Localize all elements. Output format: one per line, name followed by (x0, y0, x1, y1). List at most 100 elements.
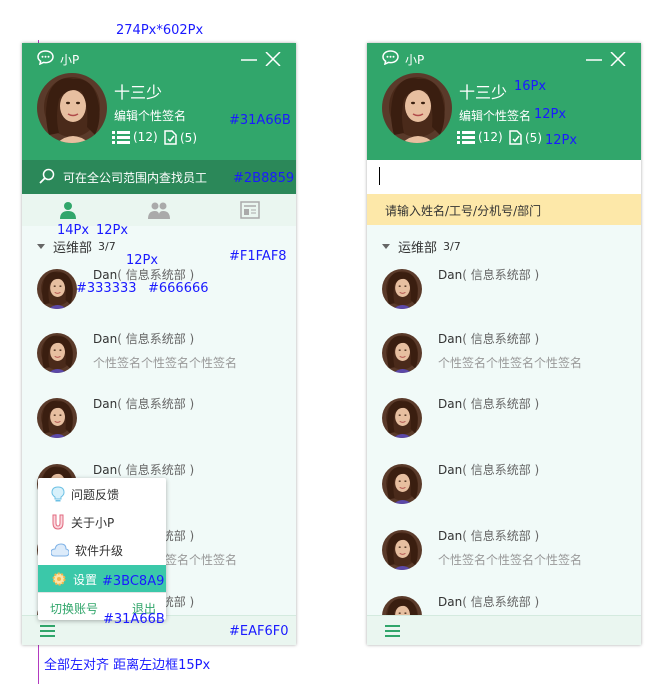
close-icon[interactable] (609, 52, 627, 66)
contact-dept: ( 信息系统部 ) (462, 529, 540, 543)
contact-name-line: Dan( 信息系统部 ) (438, 593, 539, 610)
close-icon[interactable] (264, 52, 282, 66)
contact-dept: ( 信息系统部 ) (462, 397, 540, 411)
contact-avatar (382, 530, 422, 570)
contact-name: Dan (438, 463, 463, 477)
contact-avatar (382, 398, 422, 438)
contact-name-line: Dan( 信息系统部 ) (438, 266, 539, 283)
menu-item-about[interactable]: 关于小P (38, 508, 166, 536)
edit-signature-link[interactable]: 编辑个性签名 (459, 107, 531, 124)
group-name: 运维部 (53, 241, 93, 256)
contact-name: Dan (93, 332, 118, 346)
contact-name-line: Dan( 信息系统部 ) (438, 330, 539, 347)
list-count: (12) (478, 130, 503, 144)
search-placeholder: 可在全公司范围内查找员工 (63, 171, 208, 185)
contact-row[interactable]: Dan( 信息系统部 ) 个性签名个性签名个性签名 (37, 330, 287, 390)
minimize-icon[interactable] (585, 52, 603, 66)
minimize-icon[interactable] (240, 52, 258, 66)
contact-avatar (37, 398, 77, 438)
contact-name-line: Dan( 信息系统部 ) (438, 395, 539, 412)
contact-row[interactable]: Dan( 信息系统部 ) (37, 266, 287, 326)
name-color-annotation: #333333 (76, 281, 137, 296)
contact-name-line: Dan( 信息系统部 ) (438, 461, 539, 478)
contact-name-line: Dan( 信息系统部 ) (93, 330, 194, 347)
contact-name-line: Dan( 信息系统部 ) (93, 461, 194, 478)
user-avatar[interactable] (37, 73, 107, 143)
switch-account-link[interactable]: 切换账号 (50, 600, 98, 617)
main-menu-popup: 问题反馈 关于小P 软件升级 设置 切换账号 退出 (38, 478, 166, 620)
contact-avatar (382, 464, 422, 504)
user-name: 十三少 (459, 83, 508, 102)
contact-row[interactable]: Dan( 信息系统部 ) (382, 266, 632, 326)
menu-item-feedback[interactable]: 问题反馈 (38, 480, 166, 508)
contact-avatar (37, 333, 77, 373)
newspaper-icon (240, 201, 261, 219)
chat-bubble-icon (37, 50, 54, 65)
app-title: 小P (405, 53, 425, 67)
contact-dept: ( 信息系统部 ) (462, 463, 540, 477)
search-hint: 请输入姓名/工号/分机号/部门 (385, 204, 542, 218)
group-count: 3/7 (443, 240, 461, 253)
footer-icon-annotation: #31A66B (103, 612, 165, 627)
list-bg-annotation: #F1FAF8 (229, 249, 287, 264)
document-icon (509, 130, 522, 145)
group-header[interactable]: 运维部 3/7 (37, 237, 116, 256)
doc-stat[interactable]: (5) (164, 130, 197, 145)
contact-avatar (37, 269, 77, 309)
text-cursor (379, 167, 380, 185)
contact-name: Dan (438, 595, 463, 609)
search-hint-bar: 请输入姓名/工号/分机号/部门 (367, 194, 641, 225)
contact-row[interactable]: Dan( 信息系统部 ) (37, 395, 287, 455)
doc-count: (5) (525, 130, 542, 145)
lightbulb-icon (51, 486, 65, 502)
sig-font-annotation: 12Px (534, 107, 567, 122)
list-icon (457, 131, 475, 144)
edit-signature-link[interactable]: 编辑个性签名 (114, 107, 186, 124)
contact-row[interactable]: Dan( 信息系统部 ) (382, 461, 632, 521)
group-count: 3/7 (98, 240, 116, 253)
contact-name-line: Dan( 信息系统部 ) (93, 395, 194, 412)
contact-signature: 个性签名个性签名个性签名 (438, 553, 583, 567)
menu-item-upgrade[interactable]: 软件升级 (38, 536, 166, 564)
menu-icon[interactable] (385, 625, 400, 637)
menu-active-annotation: #3BC8A9 (102, 574, 165, 589)
chat-bubble-icon (382, 50, 399, 65)
doc-stat[interactable]: (5) (509, 130, 542, 145)
caret-down-icon (382, 244, 390, 249)
tab-news[interactable] (205, 194, 296, 226)
contact-name: Dan (93, 397, 118, 411)
tab-groups[interactable] (113, 194, 204, 226)
group-count-font-annotation: 12Px (96, 223, 129, 238)
cloud-icon (51, 543, 69, 557)
contact-name: Dan (438, 332, 463, 346)
contact-signature: 个性签名个性签名个性签名 (93, 356, 238, 370)
contact-row[interactable]: Dan( 信息系统部 ) (382, 395, 632, 455)
footer-bar (367, 615, 641, 645)
contact-dept: ( 信息系统部 ) (462, 268, 540, 282)
search-icon (39, 168, 55, 184)
list-stat[interactable]: (12) (112, 130, 158, 144)
contact-name: Dan (93, 268, 118, 282)
contact-row[interactable]: Dan( 信息系统部 ) 个性签名个性签名个性签名 (382, 330, 632, 390)
contact-avatar (382, 333, 422, 373)
dept-font-annotation: 12Px (126, 253, 159, 268)
gear-icon (52, 572, 66, 586)
person-icon (59, 202, 76, 219)
group-header[interactable]: 运维部 3/7 (382, 237, 461, 256)
user-avatar[interactable] (382, 73, 452, 143)
search-input[interactable] (367, 160, 641, 194)
contact-row[interactable]: Dan( 信息系统部 ) 个性签名个性签名个性签名 (382, 527, 632, 587)
contact-avatar (382, 269, 422, 309)
menu-item-label: 设置 (73, 572, 98, 587)
caret-down-icon (37, 244, 45, 249)
name-font-annotation: 16Px (514, 79, 547, 94)
window-size-annotation: 274Px*602Px (116, 23, 204, 38)
tab-bar (22, 194, 296, 226)
alignment-annotation: 全部左对齐 距离左边框15Px (44, 658, 211, 673)
menu-item-label: 关于小P (71, 515, 115, 530)
menu-item-label: 问题反馈 (71, 487, 120, 502)
list-stat[interactable]: (12) (457, 130, 503, 144)
tab-contacts[interactable] (22, 194, 113, 226)
contact-dept: ( 信息系统部 ) (462, 332, 540, 346)
menu-icon[interactable] (40, 625, 55, 637)
